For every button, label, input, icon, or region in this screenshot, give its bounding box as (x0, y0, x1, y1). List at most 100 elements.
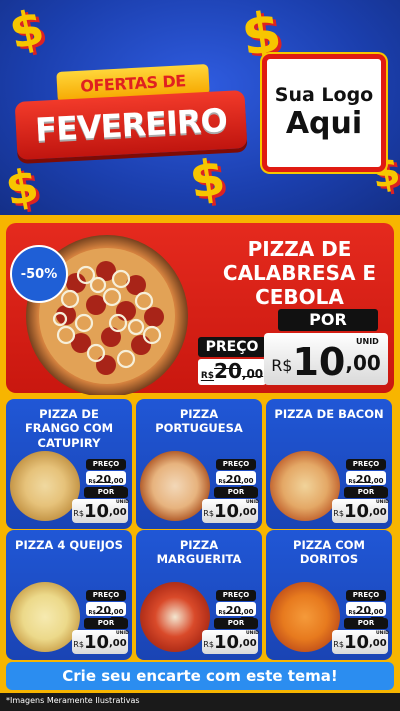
new-price-dec: ,00 (345, 351, 381, 375)
new-price-prefix: R$ (333, 509, 344, 518)
product-pizza-image (140, 451, 210, 521)
old-price-prefix: R$ (88, 610, 96, 616)
old-price-int: 20 (225, 604, 242, 617)
product-card: PIZZA 4 QUEIJOS PREÇO R$20,00 POR R$ 10,00 UNI… (6, 530, 132, 660)
old-price-prefix: R$ (88, 479, 96, 485)
old-price-prefix: R$ (348, 610, 356, 616)
por-label: POR (84, 487, 128, 498)
new-price-int: 10 (292, 340, 346, 384)
unid-label: UNID (116, 500, 129, 505)
product-card: PIZZA PORTUGUESA PREÇO R$20,00 POR R$ 10,00 UN… (136, 399, 262, 529)
product-card: PIZZA DE FRANGO COM CATUPIRY PREÇO R$20,00… (6, 399, 132, 529)
offer-banner-main-text: FEVEREIRO (34, 101, 228, 149)
old-price-dec: ,00 (241, 608, 254, 616)
featured-card: -50% PIZZA DE CALABRESA E CEBOLA PREÇO R… (6, 223, 394, 397)
por-label: POR (214, 618, 258, 629)
por-label: POR (344, 618, 388, 629)
new-price-prefix: R$ (73, 509, 84, 518)
product-title: PIZZA DE BACON (274, 407, 384, 421)
product-card: PIZZA COM DORITOS PREÇO R$20,00 POR R$ 10,00 U… (266, 530, 392, 660)
new-price-dec: ,00 (109, 638, 127, 649)
logo-line2: Aqui (285, 105, 363, 141)
old-price-int: 20 (225, 473, 242, 486)
header: $ $ $ $ $ OFERTAS DE FEVEREIRO Sua Logo … (0, 0, 400, 215)
discount-text: -50% (20, 266, 58, 282)
disclaimer-bar: *Imagens Meramente Ilustrativas (0, 693, 400, 711)
new-price-dec: ,00 (369, 507, 387, 518)
old-price: R$20,00 (216, 602, 256, 617)
new-price-int: 10 (213, 632, 239, 653)
offer-banner-main: FEVEREIRO (14, 90, 248, 160)
discount-badge: -50% (10, 245, 68, 303)
new-price-dec: ,00 (109, 507, 127, 518)
product-pizza-image (270, 451, 340, 521)
old-price-dec: ,00 (111, 477, 124, 485)
product-pizza-image (10, 451, 80, 521)
new-price-dec: ,00 (239, 507, 257, 518)
por-label: POR (278, 309, 378, 331)
old-price-int: 20 (95, 604, 112, 617)
unid-label: UNID (116, 631, 129, 636)
new-price-dec: ,00 (239, 638, 257, 649)
featured-title: PIZZA DE CALABRESA E CEBOLA (222, 237, 377, 309)
old-price-prefix: R$ (218, 610, 226, 616)
old-price-dec: ,00 (111, 608, 124, 616)
old-price-dec: ,00 (241, 477, 254, 485)
old-price-dec: ,00 (371, 477, 384, 485)
old-price-dec: ,00 (371, 608, 384, 616)
old-price: R$20,00 (346, 602, 386, 617)
product-title: PIZZA 4 QUEIJOS (15, 538, 123, 552)
product-pizza-image (140, 582, 210, 652)
product-card: PIZZA DE BACON PREÇO R$20,00 POR R$ 10,00 UNID (266, 399, 392, 529)
new-price-prefix: R$ (271, 356, 293, 375)
old-price-prefix: R$ (218, 479, 226, 485)
product-title: PIZZA MARGUERITA (156, 538, 242, 567)
old-price-int: 20 (355, 604, 372, 617)
new-price-int: 10 (83, 501, 109, 522)
old-price-prefix: R$ (200, 371, 215, 381)
new-price-prefix: R$ (203, 509, 214, 518)
dollar-icon: $ (186, 147, 229, 211)
product-pizza-image (10, 582, 80, 652)
new-price-int: 10 (83, 632, 109, 653)
old-price-prefix: R$ (348, 479, 356, 485)
old-price: R$20,00 (346, 471, 386, 486)
dollar-icon: $ (1, 157, 43, 215)
unid-label: UNID (376, 631, 389, 636)
product-card: PIZZA MARGUERITA PREÇO R$20,00 POR R$ 10,00 UN… (136, 530, 262, 660)
old-price-int: 20 (355, 473, 372, 486)
disclaimer-text: *Imagens Meramente Ilustrativas (6, 696, 140, 705)
old-price: R$20,00 (198, 359, 266, 385)
dollar-icon: $ (4, 0, 49, 61)
new-price-int: 10 (213, 501, 239, 522)
price-label: PREÇO (198, 337, 266, 357)
product-pizza-image (270, 582, 340, 652)
create-flyer-button[interactable]: Crie seu encarte com este tema! (6, 662, 394, 690)
por-label: POR (214, 487, 258, 498)
por-label: POR (344, 487, 388, 498)
featured-section: -50% PIZZA DE CALABRESA E CEBOLA PREÇO R… (0, 215, 400, 397)
unid-label: UNID (376, 500, 389, 505)
unid-label: UNID (246, 631, 259, 636)
old-price: R$20,00 (86, 602, 126, 617)
old-price: R$20,00 (216, 471, 256, 486)
product-title: PIZZA PORTUGUESA (155, 407, 243, 436)
unid-label: UNID (246, 500, 259, 505)
unid-label: UNID (356, 337, 379, 346)
old-price: R$20,00 (86, 471, 126, 486)
logo-placeholder: Sua Logo Aqui (262, 54, 386, 172)
product-title: PIZZA COM DORITOS (293, 538, 365, 567)
old-price-dec: ,00 (241, 367, 264, 381)
new-price-prefix: R$ (203, 640, 214, 649)
new-price-prefix: R$ (333, 640, 344, 649)
product-title: PIZZA DE FRANGO COM CATUPIRY (24, 407, 114, 450)
por-label: POR (84, 618, 128, 629)
logo-line1: Sua Logo (274, 83, 374, 106)
new-price-int: 10 (343, 501, 369, 522)
old-price-int: 20 (214, 359, 242, 383)
new-price-dec: ,00 (369, 638, 387, 649)
old-price-int: 20 (95, 473, 112, 486)
create-flyer-button-label: Crie seu encarte com este tema! (62, 667, 338, 685)
offer-banner-top-text: OFERTAS DE (79, 70, 187, 96)
new-price-int: 10 (343, 632, 369, 653)
